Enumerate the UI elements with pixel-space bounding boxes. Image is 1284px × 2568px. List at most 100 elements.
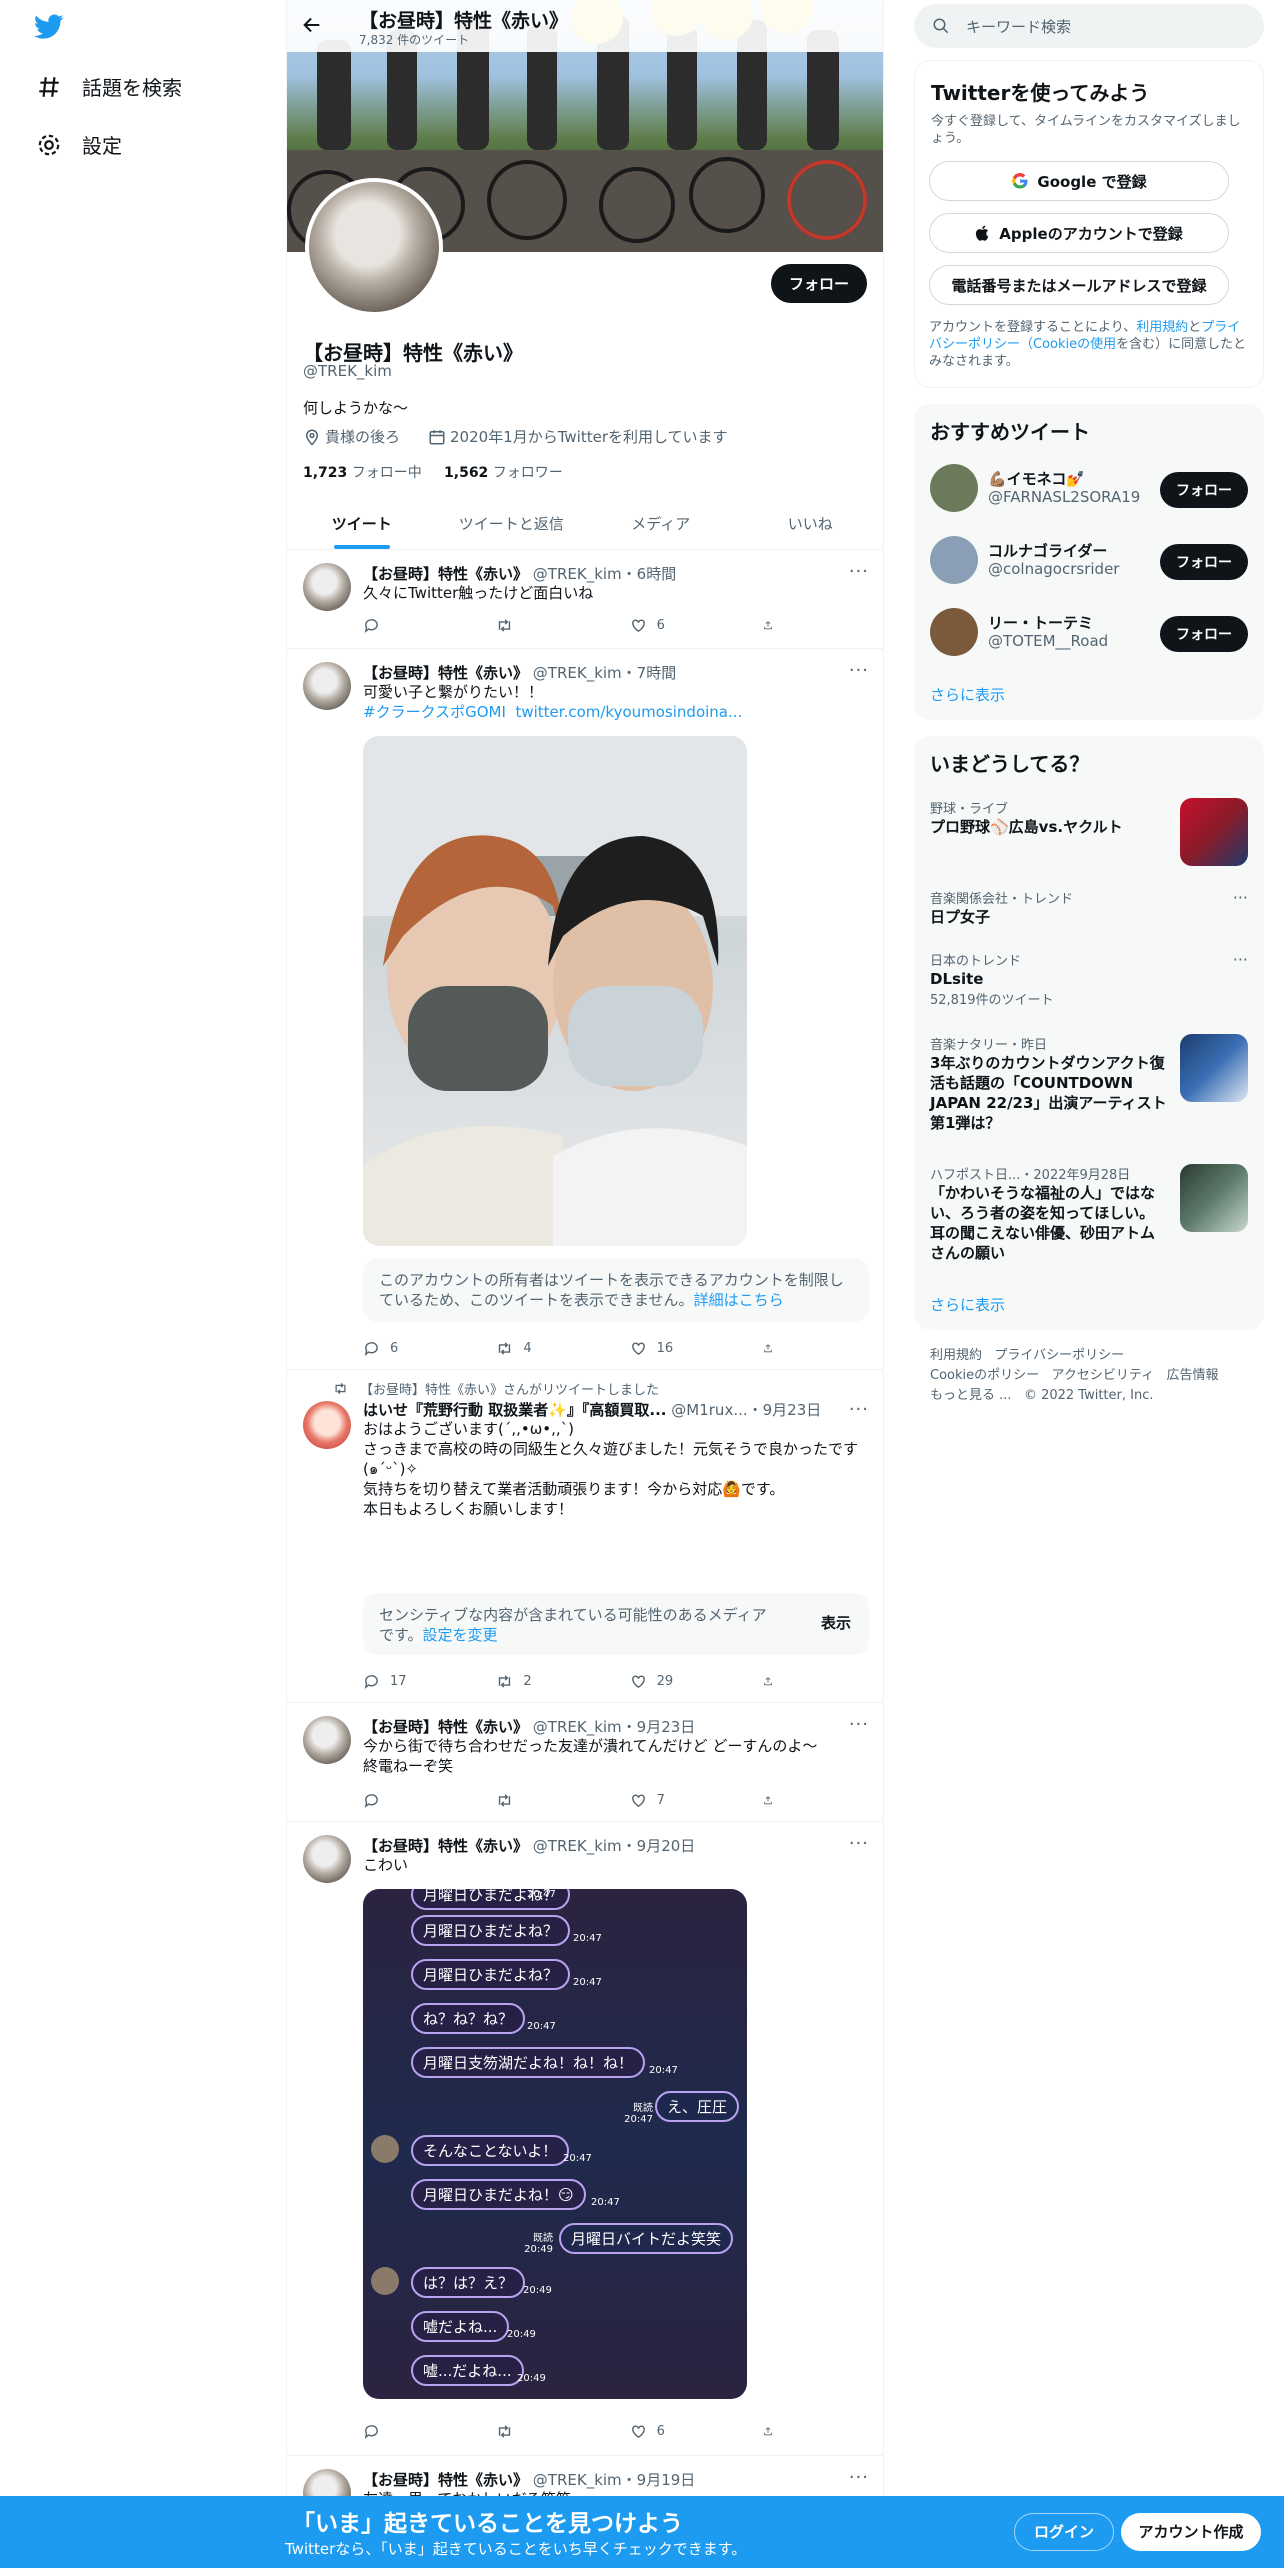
footer-link[interactable]: プライバシーポリシー xyxy=(994,1348,1124,1363)
back-arrow-icon[interactable] xyxy=(301,14,323,40)
like-button[interactable]: 7 xyxy=(630,1792,730,1809)
tweet[interactable]: ··· 【お昼時】特性《赤い》 @TREK_kim・6時間 久々にTwitter… xyxy=(287,551,883,649)
nav-settings[interactable]: 設定 xyxy=(36,130,122,159)
tweet[interactable]: ··· 【お昼時】特性《赤い》 @TREK_kim・9月23日 今から街で待ち合… xyxy=(287,1704,883,1822)
reply-button[interactable] xyxy=(363,2423,463,2440)
profile-avatar[interactable] xyxy=(305,178,443,316)
reply-button[interactable]: 17 xyxy=(363,1673,463,1690)
footer-link[interactable]: アクセシビリティ xyxy=(1052,1368,1155,1383)
trend-item[interactable]: ハフポスト日...・2022年9月28日 「かわいそうな福祉の人」ではない、ろう… xyxy=(930,1164,1248,1263)
retweet-button[interactable] xyxy=(496,1792,596,1809)
url-link[interactable]: twitter.com/kyoumosindoina... xyxy=(515,703,742,721)
profile-handle: @TREK_kim xyxy=(303,362,392,380)
footer-link[interactable]: もっと見る ... xyxy=(930,1388,1012,1403)
nav-explore-label: 話題を検索 xyxy=(82,76,182,100)
tweet-avatar[interactable] xyxy=(303,1835,351,1883)
footer-link[interactable]: Cookieのポリシー xyxy=(930,1368,1039,1383)
tweet-avatar[interactable] xyxy=(303,1401,351,1449)
twitter-logo-icon[interactable] xyxy=(34,14,64,44)
more-icon[interactable]: ··· xyxy=(1233,888,1248,907)
chat-time: 20:47 xyxy=(591,2197,620,2208)
apple-signup-button[interactable]: Appleのアカウントで登録 xyxy=(929,213,1229,253)
tab-media[interactable]: メディア xyxy=(586,497,736,549)
followers-label: フォロワー xyxy=(492,465,563,481)
reply-button[interactable] xyxy=(363,1792,463,1809)
retweet-button[interactable]: 2 xyxy=(496,1673,596,1690)
followers-link[interactable]: 1,562 フォロワー xyxy=(444,465,563,481)
retweet-button[interactable] xyxy=(496,617,596,634)
reply-button[interactable] xyxy=(363,617,463,634)
profile-header-bar: 【お昼時】特性《赤い》 7,832 件のツイート xyxy=(287,0,883,52)
tweet-avatar[interactable] xyxy=(303,563,351,611)
tweet[interactable]: ··· 【お昼時】特性《赤い》 @TREK_kim・7時間 可愛い子と繋がりたい… xyxy=(287,650,883,1370)
trend-item[interactable]: 音楽関係会社・トレンド 日プ女子 ··· xyxy=(930,888,1248,927)
recommended-follow-button[interactable]: フォロー xyxy=(1160,616,1248,652)
recommended-avatar[interactable] xyxy=(930,464,978,512)
recommended-avatar[interactable] xyxy=(930,536,978,584)
search-input[interactable]: キーワード検索 xyxy=(914,4,1264,48)
chat-bubble: 月曜日バイトだよ笑笑 xyxy=(559,2223,734,2254)
chat-bubble: 嘘...だよね... xyxy=(411,2355,524,2386)
tab-tweets-replies[interactable]: ツイートと返信 xyxy=(437,497,587,549)
like-button[interactable]: 6 xyxy=(630,617,730,634)
signup-button[interactable]: アカウント作成 xyxy=(1121,2513,1261,2551)
tweet-meta: @TREK_kim・9月20日 xyxy=(532,1837,696,1855)
share-button[interactable] xyxy=(763,2423,783,2440)
tab-likes[interactable]: いいね xyxy=(736,497,884,549)
tweet-author[interactable]: 【お昼時】特性《赤い》 xyxy=(363,1718,528,1736)
tweet-photo-chat[interactable]: 月曜日ひまだよね？ 20:47 月曜日ひまだよね？ 20:47 月曜日ひまだよね… xyxy=(363,1889,747,2399)
recommended-follow-button[interactable]: フォロー xyxy=(1160,472,1248,508)
trend-item[interactable]: 日本のトレンド DLsite 52,819件のツイート ··· xyxy=(930,950,1248,1008)
share-button[interactable] xyxy=(763,617,783,634)
nav-explore[interactable]: 話題を検索 xyxy=(36,72,182,101)
tweet-author[interactable]: 【お昼時】特性《赤い》 xyxy=(363,1837,528,1855)
recommended-avatar[interactable] xyxy=(930,608,978,656)
google-signup-button[interactable]: Google で登録 xyxy=(929,161,1229,201)
retweet-button[interactable]: 4 xyxy=(496,1340,596,1357)
tweet-avatar[interactable] xyxy=(303,662,351,710)
trend-item[interactable]: 野球・ライブ プロ野球⚾広島vs.ヤクルト xyxy=(930,798,1248,872)
recommended-user[interactable]: リー・トーテミ @TOTEM__Road フォロー xyxy=(930,608,1248,660)
tweet-photo[interactable] xyxy=(363,736,747,1246)
footer-link[interactable]: 利用規約 xyxy=(930,1348,982,1363)
recommended-user[interactable]: 💪🏽イモネコ💅 @FARNASL2SORA19 フォロー xyxy=(930,464,1248,516)
tweet-author[interactable]: 【お昼時】特性《赤い》 xyxy=(363,565,528,583)
tweet[interactable]: ··· 【お昼時】特性《赤い》 @TREK_kim・9月20日 こわい 月曜日ひ… xyxy=(287,1823,883,2456)
tweet-author[interactable]: 【お昼時】特性《赤い》 xyxy=(363,664,528,682)
login-button[interactable]: ログイン xyxy=(1014,2513,1114,2551)
recommended-handle: @TOTEM__Road xyxy=(988,632,1109,650)
retweet-button[interactable] xyxy=(496,2423,596,2440)
recommended-follow-button[interactable]: フォロー xyxy=(1160,544,1248,580)
phone-email-signup-button[interactable]: 電話番号またはメールアドレスで登録 xyxy=(929,265,1229,305)
like-button[interactable]: 29 xyxy=(630,1673,730,1690)
change-settings-link[interactable]: 設定を変更 xyxy=(423,1626,498,1644)
following-link[interactable]: 1,723 フォロー中 xyxy=(303,465,422,481)
chat-bubble: 嘘だよね... xyxy=(411,2311,510,2342)
hashtag-link[interactable]: #クラークスポGOMI xyxy=(363,703,506,721)
more-icon[interactable]: ··· xyxy=(1233,950,1248,969)
like-button[interactable]: 6 xyxy=(630,2423,730,2440)
tweet-header: 【お昼時】特性《赤い》 @TREK_kim・6時間 xyxy=(363,563,869,583)
follow-button[interactable]: フォロー xyxy=(770,264,867,303)
share-button[interactable] xyxy=(763,1673,783,1690)
copyright: © 2022 Twitter, Inc. xyxy=(1023,1388,1154,1403)
tweet[interactable]: 【お昼時】特性《赤い》さんがリツイートしました ··· はいせ『荒野行動 取扱業… xyxy=(287,1371,883,1703)
like-button[interactable]: 16 xyxy=(630,1340,730,1357)
recommended-user[interactable]: コルナゴライダー @colnagocrsrider フォロー xyxy=(930,536,1248,588)
share-button[interactable] xyxy=(763,1792,783,1809)
terms-link[interactable]: 利用規約 xyxy=(1136,320,1188,335)
reply-button[interactable]: 6 xyxy=(363,1340,463,1357)
footer-link[interactable]: 広告情報 xyxy=(1167,1368,1219,1383)
chat-time: 20:47 xyxy=(563,2153,592,2164)
tweet-author[interactable]: はいせ『荒野行動 取扱業者✨』『高額買取... xyxy=(363,1401,667,1419)
tweet-avatar[interactable] xyxy=(303,1716,351,1764)
show-more-link[interactable]: さらに表示 xyxy=(930,684,1005,705)
show-button[interactable]: 表示 xyxy=(821,1613,851,1633)
learn-more-link[interactable]: 詳細はこちら xyxy=(694,1291,784,1309)
trend-count: 52,819件のツイート xyxy=(930,993,1054,1008)
tab-tweets[interactable]: ツイート xyxy=(287,497,437,549)
trend-item[interactable]: 音楽ナタリー・昨日 3年ぶりのカウントダウンアクト復活も話題の「COUNTDOW… xyxy=(930,1034,1248,1133)
show-more-link[interactable]: さらに表示 xyxy=(930,1294,1005,1315)
tweet-author[interactable]: 【お昼時】特性《赤い》 xyxy=(363,2471,528,2489)
share-button[interactable] xyxy=(763,1340,783,1357)
